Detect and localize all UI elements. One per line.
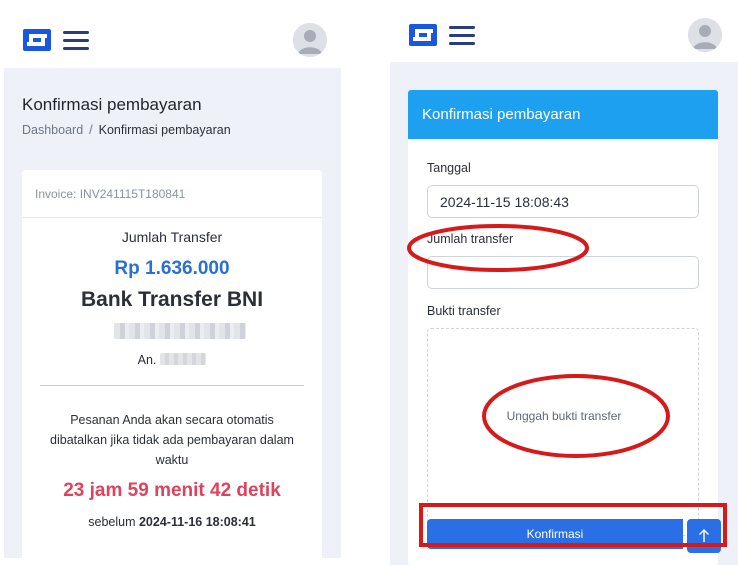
transfer-amount-label: Jumlah Transfer: [121, 229, 223, 245]
scroll-to-top-button[interactable]: [687, 519, 721, 553]
transfer-amount-input[interactable]: [427, 256, 699, 289]
user-avatar-icon[interactable]: [293, 23, 327, 57]
date-input[interactable]: [427, 185, 699, 218]
proof-upload-dropzone[interactable]: Unggah bukti transfer: [427, 328, 699, 536]
upload-prompt[interactable]: Unggah bukti transfer: [428, 409, 700, 423]
hamburger-menu-icon[interactable]: [63, 29, 89, 51]
top-navbar: [0, 0, 345, 68]
breadcrumb-current: Konfirmasi pembayaran: [98, 123, 231, 137]
arrow-up-icon: [699, 529, 709, 542]
transfer-amount: Rp 1.636.000: [114, 258, 230, 279]
invoice-card: Invoice: INV241115T180841 Jumlah Transfe…: [22, 170, 322, 565]
confirm-button[interactable]: Konfirmasi: [427, 519, 683, 549]
form-header: Konfirmasi pembayaran: [408, 90, 718, 139]
invoice-screen: Konfirmasi pembayaran Dashboard / Konfirma…: [0, 0, 345, 565]
breadcrumb: Dashboard / Konfirmasi pembayaran: [22, 123, 231, 137]
top-navbar: [390, 0, 738, 68]
deadline-prefix: sebelum: [88, 515, 136, 529]
payment-countdown: 23 jam 59 menit 42 detik: [63, 480, 281, 501]
s-logo-icon[interactable]: [409, 24, 437, 46]
date-label: Tanggal: [427, 161, 471, 175]
payment-deadline: sebelum 2024-11-16 18:08:41: [22, 515, 322, 529]
form-title: Konfirmasi pembayaran: [422, 106, 581, 123]
transfer-amount-label: Jumlah transfer: [427, 232, 514, 246]
confirmation-screen: Konfirmasi pembayaran Tanggal Jumlah tra…: [390, 0, 738, 565]
invoice-card-header: Invoice: INV241115T180841: [22, 170, 322, 218]
page-title: Konfirmasi pembayaran: [22, 95, 202, 114]
deadline-datetime: 2024-11-16 18:08:41: [138, 515, 256, 529]
blurred-account-holder: [160, 353, 207, 365]
blurred-account-number: [114, 323, 246, 339]
payment-confirmation-form: Konfirmasi pembayaran Tanggal Jumlah tra…: [408, 90, 718, 565]
proof-label: Bukti transfer: [427, 304, 501, 318]
user-avatar-icon[interactable]: [688, 18, 722, 52]
cancellation-notice: Pesanan Anda akan secara otomatis dibata…: [50, 413, 294, 467]
account-holder: An.: [22, 353, 322, 367]
invoice-number: Invoice: INV241115T180841: [35, 187, 186, 201]
breadcrumb-home-link[interactable]: Dashboard: [22, 123, 83, 137]
bank-name: Bank Transfer BNI: [80, 288, 264, 311]
divider: [40, 385, 304, 386]
s-logo-icon[interactable]: [23, 29, 51, 51]
breadcrumb-separator: /: [89, 123, 93, 137]
account-holder-prefix: An.: [137, 353, 157, 367]
hamburger-menu-icon[interactable]: [449, 24, 475, 46]
